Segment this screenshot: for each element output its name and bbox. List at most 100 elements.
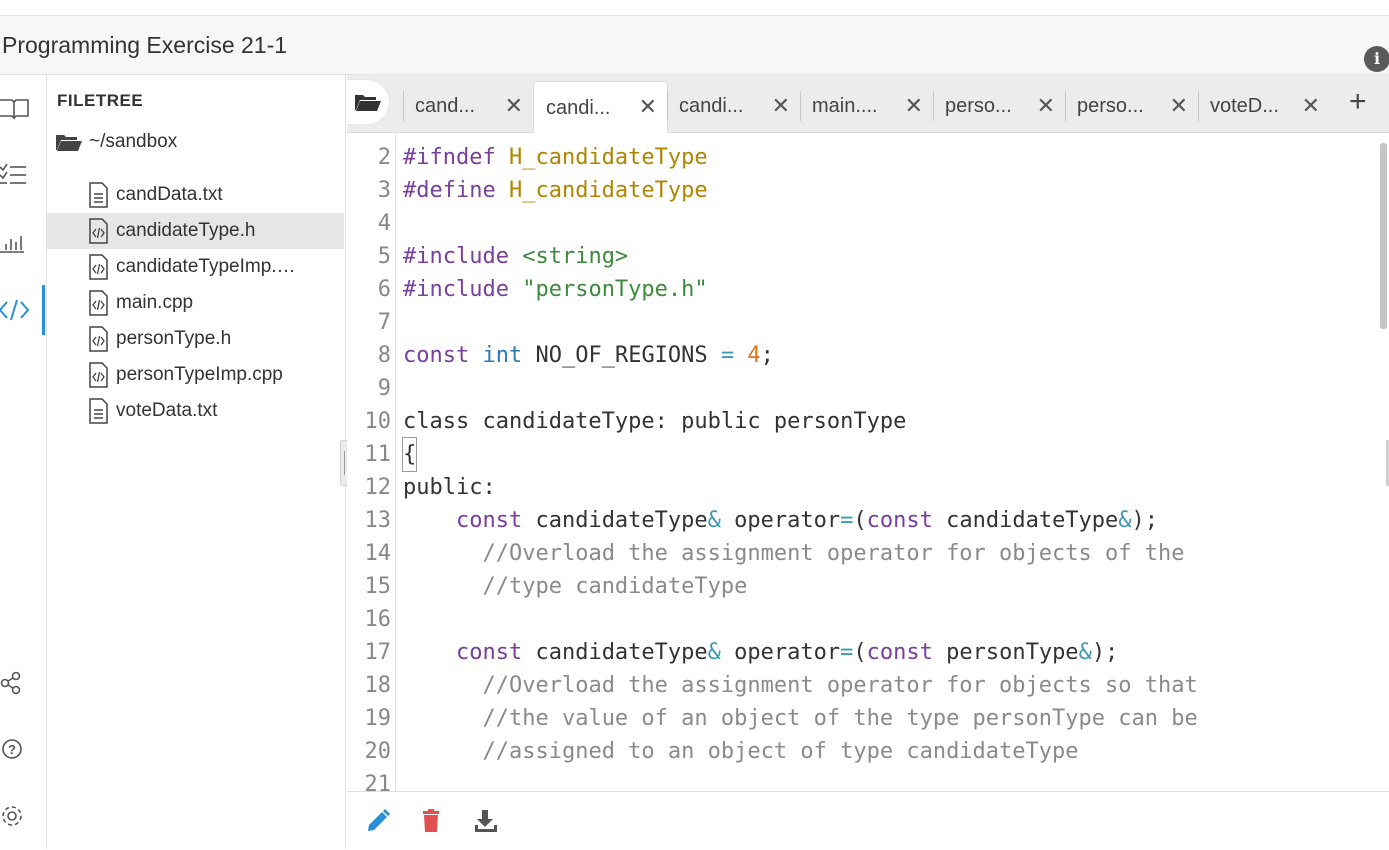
book-icon[interactable]: [0, 90, 40, 126]
settings-icon[interactable]: [0, 798, 40, 834]
filetree-item[interactable]: personType.h: [47, 321, 344, 357]
line-number: 10: [364, 409, 392, 434]
line-number: 3: [377, 178, 391, 203]
code-file-icon: [89, 218, 108, 244]
line-number: 9: [377, 376, 391, 401]
code-line: //the value of an object of the type per…: [482, 706, 1198, 731]
code-file-icon: [89, 290, 108, 316]
edit-icon[interactable]: [365, 808, 391, 834]
line-number: 12: [364, 475, 392, 500]
code-editor[interactable]: 2 3 4 5 6 7 8 9 10 11 12 13 14 15 16 17 18 19 20 21 #ifndef…: [347, 133, 1389, 791]
top-strip: [0, 0, 1389, 16]
editor-tab-label: candi...: [546, 96, 611, 119]
delete-icon[interactable]: [419, 808, 445, 834]
filetree-item-label: personTypeImp.cpp: [116, 364, 283, 385]
code-line: #include <string>: [403, 244, 629, 269]
line-number: 18: [364, 673, 392, 698]
line-number-gutter: 2 3 4 5 6 7 8 9 10 11 12 13 14 15 16 17 18 19 20 21: [347, 133, 396, 791]
code-line: //assigned to an object of type candidat…: [482, 739, 1079, 764]
text-file-icon: [89, 398, 108, 424]
line-number: 13: [364, 508, 392, 533]
title-bar: Programming Exercise 21-1 i: [0, 16, 1389, 75]
line-number: 21: [364, 772, 392, 791]
filetree-item-label: voteData.txt: [116, 400, 218, 421]
close-icon[interactable]: ✕: [1037, 95, 1055, 117]
add-tab-button[interactable]: +: [1349, 87, 1367, 117]
line-number: 11: [364, 442, 392, 467]
code-line: #ifndef H_candidateType: [403, 145, 708, 170]
folder-open-icon: [56, 135, 82, 151]
rail-active-indicator: [42, 285, 45, 335]
page-title: Programming Exercise 21-1: [2, 32, 288, 58]
editor-tab[interactable]: cand... ✕: [403, 81, 533, 131]
editor-tab[interactable]: candi... ✕: [667, 81, 800, 131]
line-number: 5: [377, 244, 391, 269]
filetree-item[interactable]: voteData.txt: [47, 393, 344, 429]
filetree-item-label: main.cpp: [116, 292, 194, 313]
close-icon[interactable]: ✕: [905, 95, 923, 117]
editor-tab-label: candi...: [679, 94, 744, 117]
filetree-root-label: ~/sandbox: [89, 131, 178, 152]
line-number: 20: [364, 739, 392, 764]
code-line: const int NO_OF_REGIONS = 4;: [403, 343, 774, 368]
chart-icon[interactable]: [0, 225, 40, 261]
code-line: #define H_candidateType: [403, 178, 708, 203]
text-file-icon: [89, 182, 108, 208]
editor-tab[interactable]: perso... ✕: [1065, 81, 1198, 131]
help-icon[interactable]: ?: [0, 731, 40, 767]
filetree-item[interactable]: candidateType.h: [47, 213, 344, 249]
editor-tab[interactable]: main.... ✕: [800, 81, 933, 131]
tab-bar: cand... ✕ candi... ✕ candi... ✕ main.... ✕ perso…: [347, 75, 1389, 134]
editor-tab-label: cand...: [415, 94, 476, 117]
filetree-root[interactable]: ~/sandbox: [55, 130, 177, 154]
filetree-item[interactable]: candData.txt: [47, 177, 344, 213]
filetree-item-label: candidateTypeImp.cpp: [116, 256, 296, 277]
close-icon[interactable]: ✕: [639, 96, 657, 118]
line-number: 4: [377, 211, 391, 236]
filetree-item[interactable]: personTypeImp.cpp: [47, 357, 344, 393]
info-icon[interactable]: i: [1364, 46, 1389, 72]
close-icon[interactable]: ✕: [772, 95, 790, 117]
line-number: 7: [377, 310, 391, 335]
line-number: 14: [364, 541, 392, 566]
code-line: const candidateType& operator=(const per…: [455, 640, 1119, 665]
editor-toolbar: [347, 791, 1389, 850]
editor-tab-label: main....: [812, 94, 878, 117]
code-line: //Overload the assignment operator for o…: [482, 673, 1198, 698]
code-line: //type candidateType: [482, 574, 748, 599]
editor-tab-label: perso...: [1077, 94, 1144, 117]
line-number: 17: [364, 640, 392, 665]
line-number: 16: [364, 607, 392, 632]
close-icon[interactable]: ✕: [505, 95, 523, 117]
svg-text:?: ?: [8, 742, 16, 757]
filetree-item-label: candidateType.h: [116, 220, 256, 241]
code-icon[interactable]: [0, 292, 40, 328]
editor-tab[interactable]: candi... ✕: [533, 81, 668, 134]
code-line: {: [401, 437, 418, 472]
left-rail: ?: [0, 75, 47, 849]
download-icon[interactable]: [473, 808, 499, 834]
open-folder-button[interactable]: [347, 80, 389, 124]
filetree-item-label: candData.txt: [116, 184, 223, 205]
code-file-icon: [89, 254, 108, 280]
code-line: class candidateType: public personType: [403, 409, 907, 434]
editor-scrollbar[interactable]: [1380, 143, 1387, 329]
editor-tab-label: voteD...: [1210, 94, 1279, 117]
editor-tab[interactable]: voteD... ✕: [1198, 81, 1330, 131]
close-icon[interactable]: ✕: [1170, 95, 1188, 117]
filetree-item[interactable]: main.cpp: [47, 285, 344, 321]
editor-tab[interactable]: perso... ✕: [933, 81, 1065, 131]
share-icon[interactable]: [0, 665, 40, 701]
filetree-item[interactable]: candidateTypeImp.cpp: [47, 249, 344, 285]
line-number: 19: [364, 706, 392, 731]
line-number: 6: [377, 277, 391, 302]
close-icon[interactable]: ✕: [1302, 95, 1320, 117]
editor-tab-label: perso...: [945, 94, 1012, 117]
folder-open-icon: [355, 95, 381, 111]
code-line: #include "personType.h": [403, 277, 708, 302]
line-number: 15: [364, 574, 392, 599]
code-line: const candidateType& operator=(const can…: [455, 508, 1159, 533]
code-file-icon: [89, 362, 108, 388]
line-number: 2: [377, 145, 391, 170]
checklist-icon[interactable]: [0, 157, 40, 193]
